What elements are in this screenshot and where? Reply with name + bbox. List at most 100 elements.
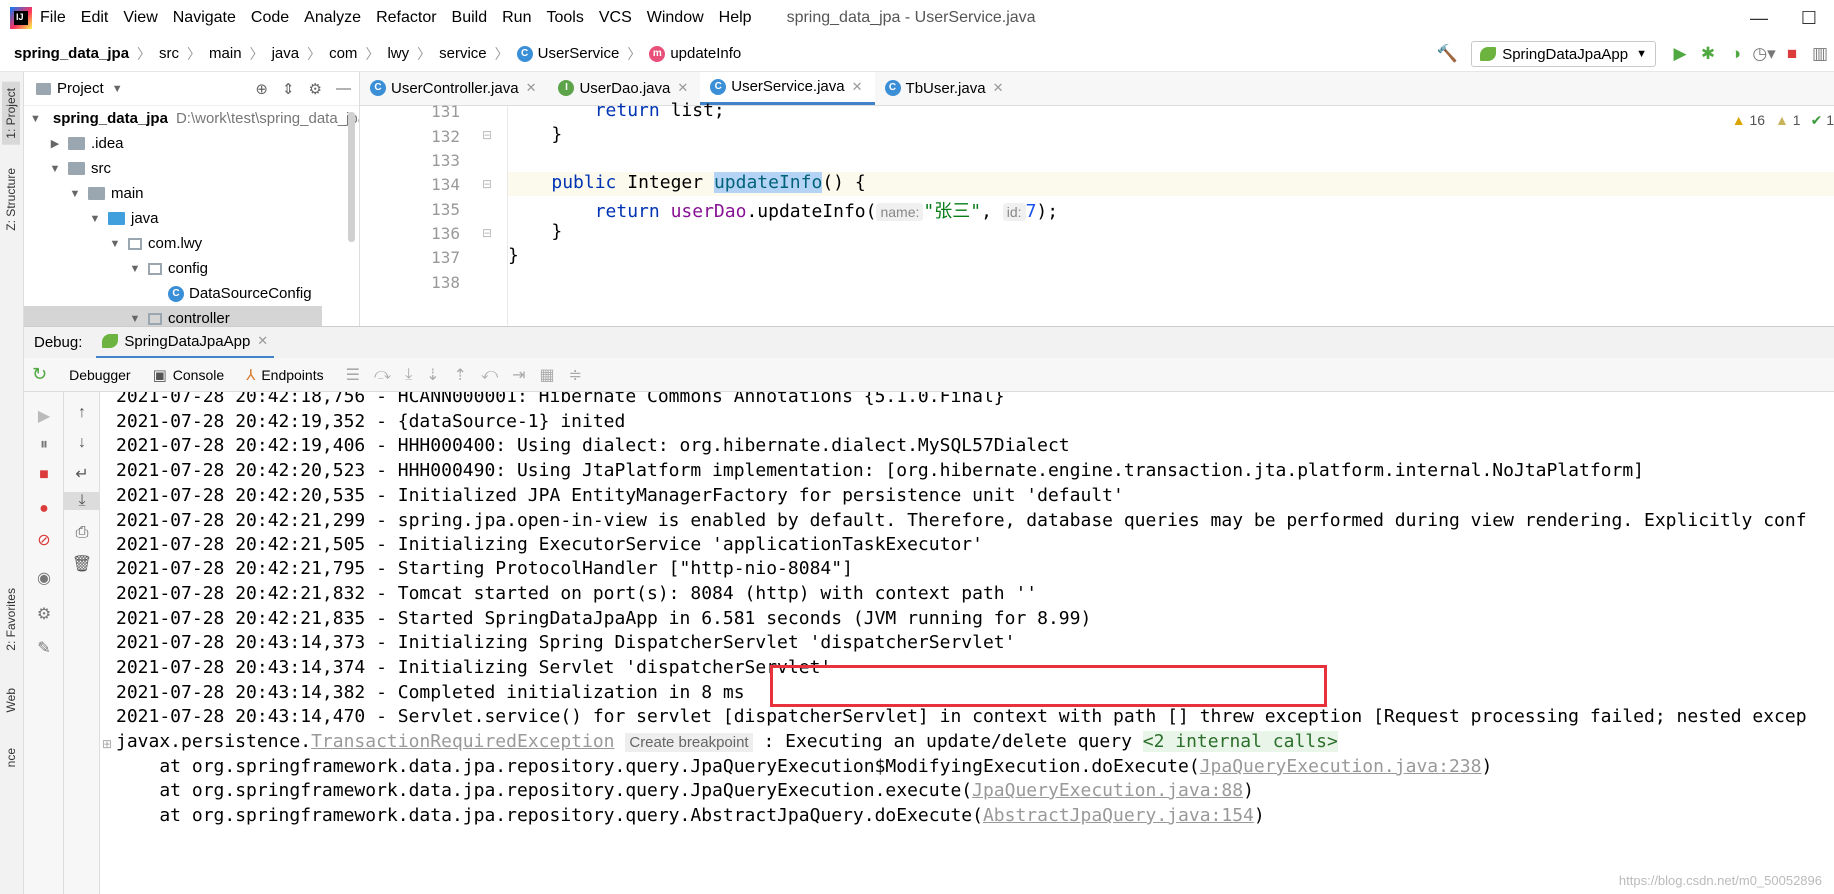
tree-item-controller[interactable]: ▼ controller <box>24 306 322 326</box>
chevron-down-icon[interactable]: ▼ <box>48 163 62 175</box>
gear-icon[interactable]: ⚙ <box>309 80 322 98</box>
fold-icon[interactable]: ⊟ <box>482 226 492 240</box>
breadcrumb-java[interactable]: java <box>272 45 300 62</box>
breadcrumb-project[interactable]: spring_data_jpa <box>14 45 129 62</box>
minimize-icon[interactable]: — <box>1734 8 1784 29</box>
drop-frame-icon[interactable]: ⤺ <box>481 366 498 384</box>
menu-window[interactable]: Window <box>647 9 704 27</box>
menu-icon[interactable]: ☰ <box>346 365 360 385</box>
internal-calls-link[interactable]: <2 internal calls> <box>1142 731 1338 752</box>
tree-item-project-root[interactable]: ▼ spring_data_jpa D:\work\test\spring_da… <box>24 106 359 131</box>
chevron-right-icon[interactable]: ▶ <box>48 137 62 150</box>
exception-class-link[interactable]: TransactionRequiredException <box>311 731 614 752</box>
print-icon[interactable]: ⎙ <box>64 524 100 542</box>
step-out-icon[interactable]: ⇡ <box>454 365 467 385</box>
source-link[interactable]: JpaQueryExecution.java:88 <box>972 780 1243 801</box>
down-arrow-icon[interactable]: ↓ <box>64 434 100 452</box>
tree-item-java[interactable]: ▼ java <box>24 206 359 231</box>
chevron-down-icon[interactable]: ▼ <box>128 263 142 275</box>
settings-icon[interactable]: ⚙ <box>24 604 64 624</box>
project-scrollbar[interactable] <box>348 112 355 242</box>
tree-item-idea[interactable]: ▶ .idea <box>24 131 359 156</box>
close-icon[interactable]: ✕ <box>526 80 537 96</box>
inspection-widget[interactable]: ▲ 16 ▲ 1 ✔ 1 <box>1732 106 1834 129</box>
rerun-icon[interactable]: ↻ <box>32 364 47 385</box>
code-area[interactable]: return list; } public Integer updateInfo… <box>508 100 1834 326</box>
breadcrumb-updateinfo[interactable]: m updateInfo <box>649 45 741 62</box>
menu-build[interactable]: Build <box>452 9 488 27</box>
tree-item-main[interactable]: ▼ main <box>24 181 359 206</box>
expand-icon[interactable]: ⊞ <box>102 737 112 751</box>
menu-edit[interactable]: Edit <box>81 9 109 27</box>
debug-bug-icon[interactable]: ✱ <box>1694 44 1722 64</box>
chevron-down-icon[interactable]: ▼ <box>128 313 142 325</box>
menu-help[interactable]: Help <box>719 9 752 27</box>
breadcrumb-main[interactable]: main <box>209 45 242 62</box>
mute-breakpoints-icon[interactable]: ⊘ <box>24 530 64 550</box>
show-execution-point-icon[interactable]: ⤼ <box>374 366 391 384</box>
run-icon[interactable]: ▶ <box>1666 44 1694 64</box>
step-over-icon[interactable]: ⤓ <box>405 366 412 384</box>
menu-refactor[interactable]: Refactor <box>376 9 436 27</box>
tab-services[interactable]: nce <box>2 742 20 773</box>
chevron-down-icon[interactable]: ▼ <box>88 213 102 225</box>
resume-icon[interactable]: ▶ <box>24 406 64 426</box>
run-configuration-dropdown[interactable]: SpringDataJpaApp ▼ <box>1471 41 1656 67</box>
trace-icon[interactable]: ≑ <box>569 365 582 385</box>
menu-navigate[interactable]: Navigate <box>173 9 236 27</box>
tree-item-com-lwy[interactable]: ▼ com.lwy <box>24 231 359 256</box>
tab-console[interactable]: ▣ Console <box>153 366 225 384</box>
step-into-icon[interactable]: ⇣ <box>426 365 439 385</box>
tab-endpoints[interactable]: ⅄ Endpoints <box>246 366 323 384</box>
menu-tools[interactable]: Tools <box>546 9 583 27</box>
close-icon[interactable]: ✕ <box>257 333 268 349</box>
locate-icon[interactable]: ⊕ <box>255 80 268 98</box>
collapse-all-icon[interactable]: ⇕ <box>282 80 295 98</box>
debug-session-tab[interactable]: SpringDataJpaApp ✕ <box>96 327 275 359</box>
source-link[interactable]: AbstractJpaQuery.java:154 <box>983 805 1254 826</box>
close-icon[interactable]: ✕ <box>852 79 863 95</box>
tab-structure[interactable]: Z: Structure <box>2 162 20 237</box>
view-breakpoints-icon[interactable]: ● <box>24 500 64 518</box>
menu-code[interactable]: Code <box>251 9 289 27</box>
tree-item-datasourceconfig[interactable]: C DataSourceConfig <box>24 281 359 306</box>
soft-wrap-icon[interactable]: ↵ <box>64 464 100 484</box>
menu-run[interactable]: Run <box>502 9 531 27</box>
fold-icon[interactable]: ⊟ <box>482 177 492 191</box>
camera-icon[interactable]: ◉ <box>24 568 64 588</box>
evaluate-icon[interactable]: ▦ <box>539 365 554 385</box>
breadcrumb-userservice[interactable]: C UserService <box>516 45 619 62</box>
menu-analyze[interactable]: Analyze <box>304 9 361 27</box>
tab-project[interactable]: 1: Project <box>2 82 20 145</box>
stop-icon[interactable]: ■ <box>1778 44 1806 64</box>
scroll-to-end-icon[interactable]: ⤓ <box>64 492 100 510</box>
breadcrumb-service[interactable]: service <box>439 45 487 62</box>
breadcrumb-lwy[interactable]: lwy <box>387 45 409 62</box>
tab-web[interactable]: Web <box>2 682 20 718</box>
console-output[interactable]: 2021-07-28 20:42:18,756 - HCANN000001: H… <box>100 392 1834 894</box>
project-panel-title[interactable]: Project <box>57 80 104 97</box>
tab-favorites[interactable]: 2: Favorites <box>2 582 20 657</box>
hide-panel-icon[interactable]: — <box>336 80 351 98</box>
chevron-down-icon[interactable]: ▼ <box>108 238 122 250</box>
pause-icon[interactable]: ⏸ <box>24 436 64 454</box>
tree-item-config[interactable]: ▼ config <box>24 256 359 281</box>
maximize-icon[interactable]: ☐ <box>1784 8 1834 29</box>
create-breakpoint-link[interactable]: Create breakpoint <box>625 733 753 752</box>
chevron-down-icon[interactable]: ▼ <box>68 188 82 200</box>
close-icon[interactable]: ✕ <box>677 80 688 96</box>
line-number-gutter[interactable]: 131 132 133 134 135 136 137 138 ⊟ ⊟ ⊟ <box>360 102 508 326</box>
breadcrumb-src[interactable]: src <box>159 45 179 62</box>
stop-icon[interactable]: ■ <box>24 466 64 484</box>
close-icon[interactable]: ✕ <box>993 80 1004 96</box>
source-link[interactable]: JpaQueryExecution.java:238 <box>1200 756 1482 777</box>
up-arrow-icon[interactable]: ↑ <box>64 404 100 422</box>
menu-view[interactable]: View <box>123 9 157 27</box>
menu-vcs[interactable]: VCS <box>599 9 632 27</box>
coverage-icon[interactable]: ◑ <box>1722 44 1750 64</box>
pin-icon[interactable]: ✎ <box>24 638 64 658</box>
tree-item-src[interactable]: ▼ src <box>24 156 359 181</box>
breadcrumb-com[interactable]: com <box>329 45 357 62</box>
trash-icon[interactable]: 🗑 <box>64 554 100 574</box>
project-structure-icon[interactable]: ▥ <box>1806 44 1834 64</box>
